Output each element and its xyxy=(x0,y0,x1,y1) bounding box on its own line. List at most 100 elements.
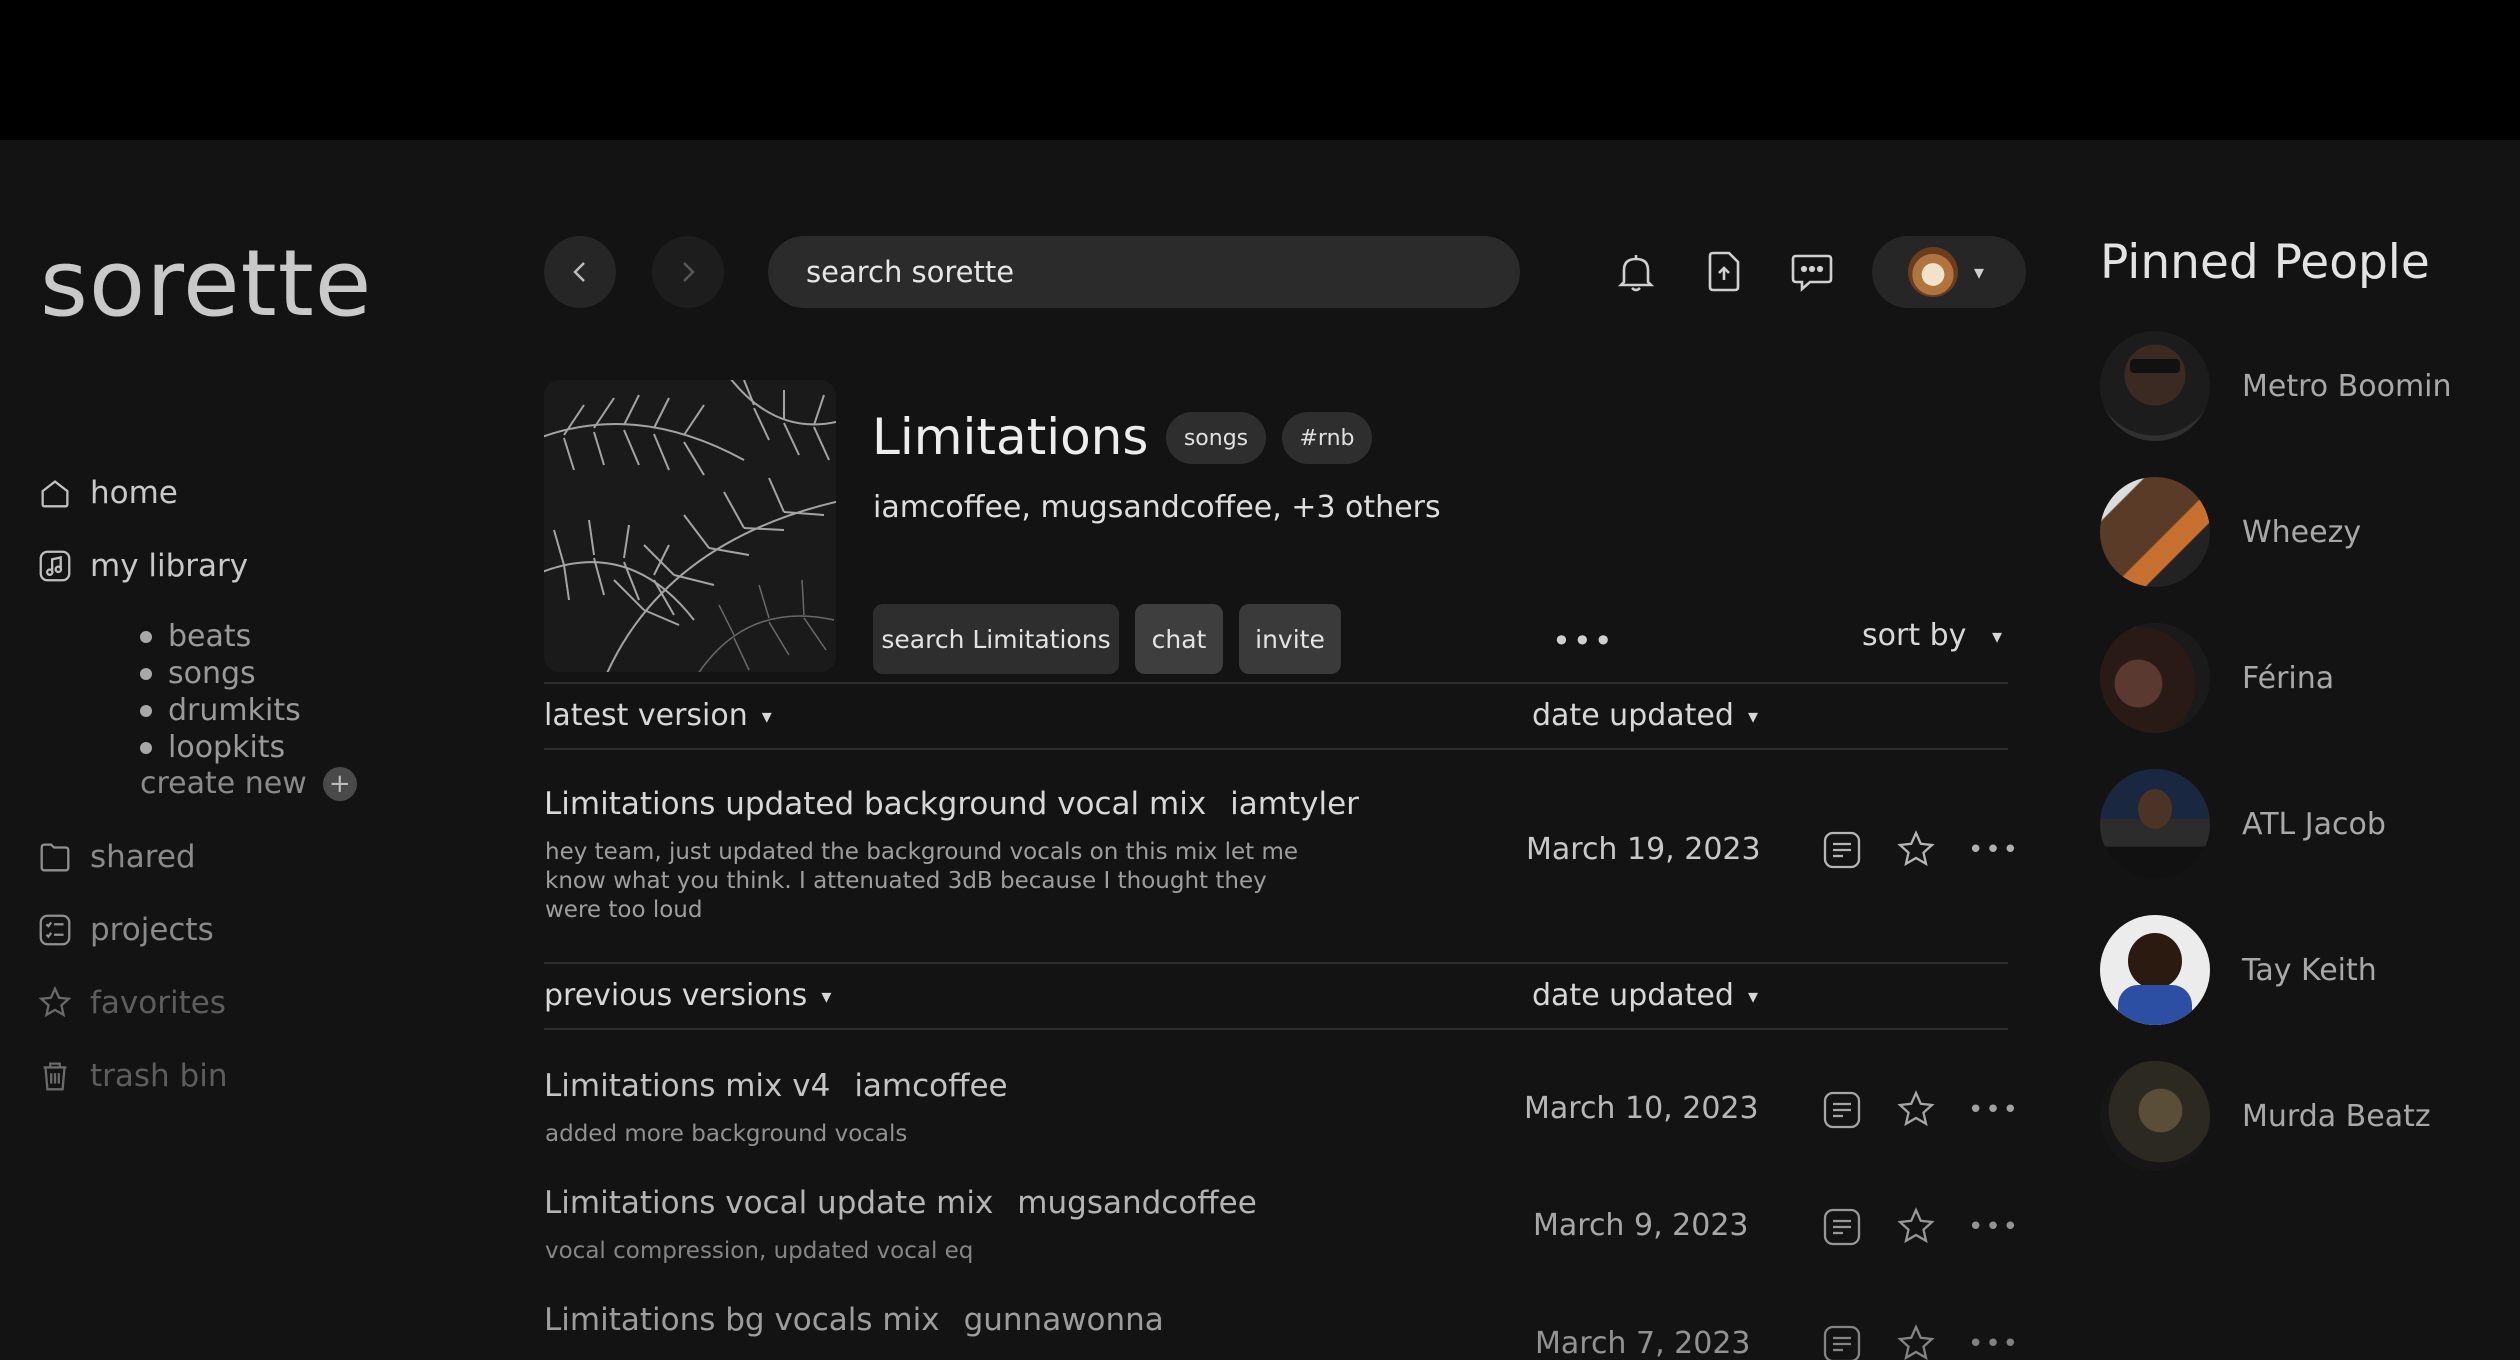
avatar xyxy=(2100,915,2210,1025)
person-name: Metro Boomin xyxy=(2242,368,2452,404)
star-icon[interactable] xyxy=(1894,1088,1938,1132)
version-row[interactable]: Limitations mix v4 iamcoffee xyxy=(544,1068,1008,1104)
invite-button[interactable]: invite xyxy=(1239,604,1341,674)
library-sub-list: beats songs drumkits loopkits xyxy=(140,618,301,766)
sort-by-dropdown[interactable]: sort by xyxy=(1862,618,1966,653)
pinned-person[interactable]: Férina xyxy=(2100,623,2500,733)
chat-button[interactable]: chat xyxy=(1135,604,1223,674)
notes-icon[interactable] xyxy=(1820,1205,1864,1249)
profile-menu[interactable]: ▾ xyxy=(1872,236,2026,308)
track-title[interactable]: Limitations updated background vocal mix xyxy=(544,786,1206,822)
library-sub-item-loopkits[interactable]: loopkits xyxy=(140,729,301,766)
more-options-icon[interactable]: ••• xyxy=(1552,622,1615,660)
sidebar-item-favorites[interactable]: favorites xyxy=(36,984,226,1022)
person-name: Férina xyxy=(2242,660,2335,696)
sidebar-item-label: favorites xyxy=(90,985,226,1021)
chevron-down-icon: ▾ xyxy=(761,703,772,728)
home-icon xyxy=(36,474,74,512)
pinned-person[interactable]: Murda Beatz xyxy=(2100,1061,2500,1171)
music-note-icon xyxy=(36,547,74,585)
sidebar-item-shared[interactable]: shared xyxy=(36,838,196,876)
library-sub-item-beats[interactable]: beats xyxy=(140,618,301,655)
tag-rnb[interactable]: #rnb xyxy=(1282,412,1372,464)
track-title[interactable]: Limitations vocal update mix xyxy=(544,1185,993,1221)
version-row[interactable]: Limitations vocal update mix mugsandcoff… xyxy=(544,1185,1257,1221)
date-updated-sort[interactable]: date updated ▾ xyxy=(1532,698,1758,733)
star-icon[interactable] xyxy=(1894,828,1938,872)
window-top-bar xyxy=(0,0,2520,140)
notes-icon[interactable] xyxy=(1820,1322,1864,1360)
more-options-icon[interactable]: ••• xyxy=(1968,835,2018,865)
track-author[interactable]: gunnawonna xyxy=(964,1302,1164,1338)
track-description: vocal compression, updated vocal eq xyxy=(545,1238,974,1264)
version-row[interactable]: Limitations bg vocals mix gunnawonna xyxy=(544,1302,1164,1338)
notes-icon[interactable] xyxy=(1820,828,1864,872)
collaborators[interactable]: iamcoffee, mugsandcoffee, +3 others xyxy=(873,490,1441,525)
person-name: ATL Jacob xyxy=(2242,806,2386,842)
more-options-icon[interactable]: ••• xyxy=(1968,1095,2018,1125)
sort-label: date updated xyxy=(1532,978,1734,1013)
person-name: Wheezy xyxy=(2242,514,2362,550)
tag-songs[interactable]: songs xyxy=(1166,412,1266,464)
track-author[interactable]: iamcoffee xyxy=(854,1068,1007,1104)
avatar xyxy=(2100,477,2210,587)
app-logo[interactable]: sorette xyxy=(40,230,372,337)
search-placeholder: search sorette xyxy=(806,255,1015,289)
avatar xyxy=(2100,623,2210,733)
more-options-icon[interactable]: ••• xyxy=(1968,1212,2018,1242)
forward-button[interactable] xyxy=(652,236,724,308)
sort-label: date updated xyxy=(1532,698,1734,733)
avatar xyxy=(2100,769,2210,879)
person-name: Tay Keith xyxy=(2242,952,2377,988)
person-name: Murda Beatz xyxy=(2242,1098,2431,1134)
pinned-person[interactable]: ATL Jacob xyxy=(2100,769,2500,879)
section-label: latest version xyxy=(544,698,748,733)
star-icon xyxy=(36,984,74,1022)
sidebar-item-projects[interactable]: projects xyxy=(36,911,214,949)
chevron-down-icon[interactable]: ▾ xyxy=(1992,624,2002,648)
plus-icon[interactable]: + xyxy=(322,766,357,801)
sidebar-item-my-library[interactable]: my library xyxy=(36,547,248,585)
track-title[interactable]: Limitations mix v4 xyxy=(544,1068,830,1104)
pinned-person[interactable]: Metro Boomin xyxy=(2100,331,2500,441)
more-options-icon[interactable]: ••• xyxy=(1968,1329,2018,1359)
previous-versions-dropdown[interactable]: previous versions ▾ xyxy=(544,978,831,1013)
track-author[interactable]: iamtyler xyxy=(1230,786,1359,822)
pinned-person[interactable]: Wheezy xyxy=(2100,477,2500,587)
chevron-down-icon: ▾ xyxy=(821,983,832,1008)
create-new-button[interactable]: create new + xyxy=(140,766,357,801)
latest-version-row[interactable]: Limitations updated background vocal mix… xyxy=(544,786,1359,822)
date-updated-sort[interactable]: date updated ▾ xyxy=(1532,978,1758,1013)
back-button[interactable] xyxy=(544,236,616,308)
chevron-down-icon: ▾ xyxy=(1747,703,1758,728)
search-project-button[interactable]: search Limitations xyxy=(873,604,1119,674)
project-cover-art xyxy=(544,380,836,672)
upload-icon xyxy=(1708,251,1740,292)
track-date: March 19, 2023 xyxy=(1526,832,1761,867)
latest-version-dropdown[interactable]: latest version ▾ xyxy=(544,698,772,733)
sidebar-item-home[interactable]: home xyxy=(36,474,178,512)
notes-icon[interactable] xyxy=(1820,1088,1864,1132)
messages-button[interactable] xyxy=(1784,244,1840,300)
leaf-artwork xyxy=(544,380,836,672)
library-sub-item-songs[interactable]: songs xyxy=(140,655,301,692)
folder-icon xyxy=(36,838,74,876)
sidebar-item-trash-bin[interactable]: trash bin xyxy=(36,1057,228,1095)
track-title[interactable]: Limitations bg vocals mix xyxy=(544,1302,940,1338)
track-author[interactable]: mugsandcoffee xyxy=(1017,1185,1257,1221)
avatar xyxy=(2100,331,2210,441)
row-actions: ••• xyxy=(1820,1205,2018,1249)
track-date: March 10, 2023 xyxy=(1524,1091,1759,1126)
star-icon[interactable] xyxy=(1894,1322,1938,1360)
create-new-label: create new xyxy=(140,766,307,801)
notifications-button[interactable] xyxy=(1608,244,1664,300)
pinned-person[interactable]: Tay Keith xyxy=(2100,915,2500,1025)
upload-button[interactable] xyxy=(1696,244,1752,300)
sidebar-item-label: projects xyxy=(90,912,214,948)
search-input[interactable]: search sorette xyxy=(768,236,1520,308)
app-window: sorette home my library beats songs drum… xyxy=(0,140,2520,1360)
chevron-right-icon xyxy=(683,262,695,282)
library-sub-item-drumkits[interactable]: drumkits xyxy=(140,692,301,729)
divider xyxy=(544,1028,2008,1030)
star-icon[interactable] xyxy=(1894,1205,1938,1249)
